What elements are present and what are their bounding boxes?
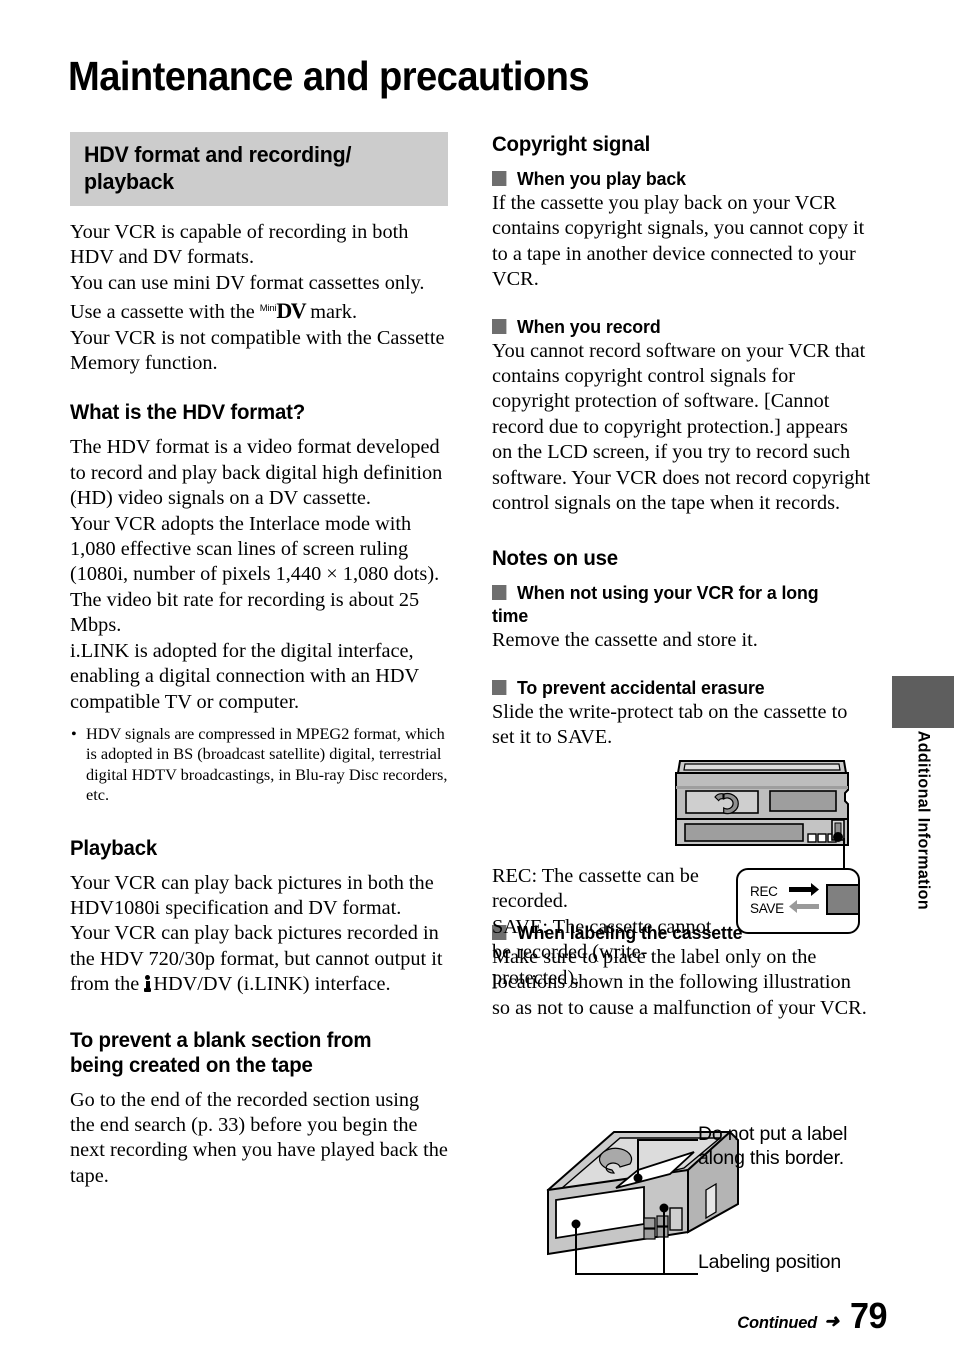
- continued-label: Continued: [737, 1314, 818, 1332]
- hdv-paragraph-4: i.LINK is adopted for the digital interf…: [70, 639, 419, 713]
- intro-line-3: Use a cassette with the MiniDV mark.: [70, 296, 448, 325]
- continued-arrow-icon: ➜: [824, 1311, 839, 1331]
- callout-do-not-label-border: Do not put a label along this border.: [698, 1123, 848, 1169]
- cassette-front-view-figure: [672, 757, 852, 852]
- save-caption-text: SAVE: The cassette cannot be recorded (w…: [492, 915, 712, 989]
- save-label: SAVE: [750, 900, 784, 916]
- playback-text-after-icon: HDV/DV (i.LINK) interface.: [153, 973, 391, 996]
- intro-line-2: You can use mini DV format cassettes onl…: [70, 271, 425, 294]
- when-you-record-paragraph: You cannot record software on your VCR t…: [492, 339, 871, 515]
- playback-paragraph-1: Your VCR can play back pictures in both …: [70, 871, 434, 919]
- subheading-prevent-accidental-erasure: To prevent accidental erasure: [492, 676, 857, 699]
- band-heading: HDV format and recording/ playback: [84, 142, 352, 194]
- minidv-logo-icon: MiniDV: [259, 296, 307, 325]
- page-title: Maintenance and precautions: [68, 53, 590, 100]
- minidv-dv-text: DV: [276, 298, 306, 324]
- heading-copyright-signal: Copyright signal: [492, 132, 651, 156]
- callout-leader-line: [843, 838, 845, 870]
- hdv-paragraph-3: The video bit rate for recording is abou…: [70, 588, 420, 637]
- document-page: Maintenance and precautions HDV format a…: [0, 0, 954, 1357]
- write-protect-tab-icon: [825, 884, 860, 915]
- rec-save-detail-box: REC SAVE: [736, 868, 860, 934]
- subheading-label: When you play back: [516, 168, 686, 189]
- hdv-bullet-list: HDV signals are compressed in MPEG2 form…: [70, 724, 448, 806]
- heading-playback: Playback: [70, 835, 158, 860]
- callout-labeling-position: Labeling position: [698, 1251, 841, 1273]
- prevent-blank-paragraph: Go to the end of the recorded section us…: [70, 1088, 448, 1187]
- prevent-erasure-paragraph: Slide the write-protect tab on the casse…: [492, 700, 848, 749]
- square-bullet-icon: [492, 171, 507, 186]
- hdv-paragraph-1: The HDV format is a video format develop…: [70, 436, 443, 510]
- intro-line-4: Your VCR is not compatible with the Cass…: [70, 326, 445, 375]
- intro-line-3-after: mark.: [305, 301, 358, 324]
- list-item: HDV signals are compressed in MPEG2 form…: [70, 724, 448, 806]
- heading-notes-on-use: Notes on use: [492, 546, 618, 571]
- intro-line-1: Your VCR is capable of recording in both…: [70, 221, 409, 269]
- rec-save-caption: REC: The cassette can be recorded. SAVE:…: [492, 864, 724, 991]
- subheading-when-you-play-back: When you play back: [492, 167, 857, 190]
- hdv-paragraph-2: Your VCR adopts the Interlace mode with …: [70, 512, 440, 586]
- section-band-hdv-format: HDV format and recording/ playback: [70, 132, 448, 206]
- subheading-label: When not using your VCR for a long time: [492, 582, 819, 627]
- not-using-long-time-paragraph: Remove the cassette and store it.: [492, 629, 758, 652]
- subheading-not-using-long-time: When not using your VCR for a long time: [492, 581, 857, 627]
- intro-line-3-before: Use a cassette with the: [70, 301, 260, 324]
- subheading-label: To prevent accidental erasure: [516, 676, 765, 698]
- rec-save-arrows-icon: [787, 879, 821, 920]
- square-bullet-icon: [492, 585, 507, 601]
- side-tab-label: Additional Information: [914, 730, 933, 911]
- ilink-icon: [144, 975, 152, 993]
- square-bullet-icon: [492, 318, 507, 334]
- heading-what-is-hdv: What is the HDV format?: [70, 400, 306, 425]
- page-footer: Continued ➜ 79: [737, 1295, 888, 1337]
- subheading-label: When you record: [516, 315, 661, 337]
- heading-prevent-blank-section: To prevent a blank section from being cr…: [70, 1027, 372, 1077]
- left-column: HDV format and recording/ playback Your …: [70, 132, 448, 1189]
- rec-label: REC: [750, 883, 778, 899]
- minidv-mini-text: Mini: [259, 303, 277, 315]
- subheading-when-you-record: When you record: [492, 315, 857, 338]
- side-tab-marker: [892, 676, 954, 728]
- rec-caption-text: REC: The cassette can be recorded.: [492, 865, 699, 913]
- when-play-back-paragraph: If the cassette you play back on your VC…: [492, 192, 865, 291]
- square-bullet-icon: [492, 679, 507, 695]
- playback-paragraph-2: Your VCR can play back pictures recorded…: [70, 921, 448, 997]
- page-number: 79: [849, 1295, 888, 1336]
- side-tab-text: Additional Information: [892, 728, 954, 958]
